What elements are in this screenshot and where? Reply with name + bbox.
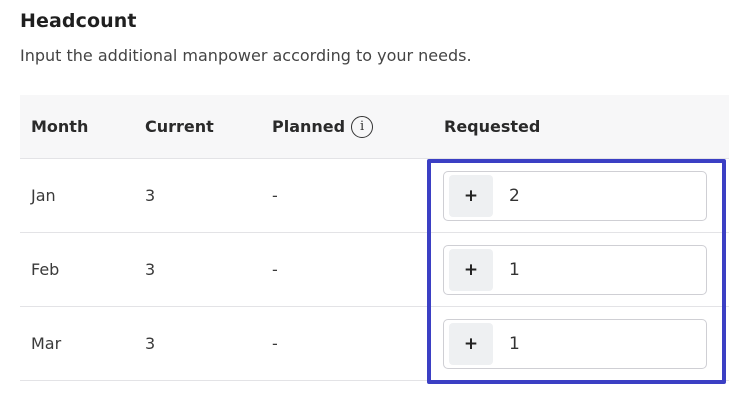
month-cell: Jan xyxy=(31,186,56,205)
month-cell: Mar xyxy=(31,334,62,353)
requested-stepper[interactable]: + 1 xyxy=(443,245,707,295)
planned-cell: - xyxy=(272,334,278,353)
column-header-planned: Planned i xyxy=(272,95,374,158)
month-cell: Feb xyxy=(31,260,60,279)
table-header: Month Current Planned i Requested xyxy=(20,95,729,159)
table-row: Jan 3 - + 2 xyxy=(20,159,729,233)
increment-button[interactable]: + xyxy=(449,175,493,217)
table-row: Feb 3 - + 1 xyxy=(20,233,729,307)
table-row: Mar 3 - + 1 xyxy=(20,307,729,381)
column-header-current: Current xyxy=(145,117,214,136)
planned-cell: - xyxy=(272,186,278,205)
current-cell: 3 xyxy=(145,334,156,353)
headcount-table: Month Current Planned i Requested Jan 3 … xyxy=(20,95,729,381)
column-header-planned-label: Planned xyxy=(272,117,346,136)
increment-button[interactable]: + xyxy=(449,323,493,365)
requested-value-input[interactable]: 1 xyxy=(509,260,520,280)
page-subtitle: Input the additional manpower according … xyxy=(20,46,472,65)
headcount-page: Headcount Input the additional manpower … xyxy=(0,0,739,396)
current-cell: 3 xyxy=(145,186,156,205)
info-icon[interactable]: i xyxy=(351,115,374,138)
requested-value-input[interactable]: 2 xyxy=(509,186,520,206)
column-header-month: Month xyxy=(31,117,89,136)
planned-cell: - xyxy=(272,260,278,279)
increment-button[interactable]: + xyxy=(449,249,493,291)
requested-stepper[interactable]: + 2 xyxy=(443,171,707,221)
current-cell: 3 xyxy=(145,260,156,279)
requested-value-input[interactable]: 1 xyxy=(509,334,520,354)
requested-stepper[interactable]: + 1 xyxy=(443,319,707,369)
page-title: Headcount xyxy=(20,10,137,32)
column-header-requested: Requested xyxy=(444,117,541,136)
